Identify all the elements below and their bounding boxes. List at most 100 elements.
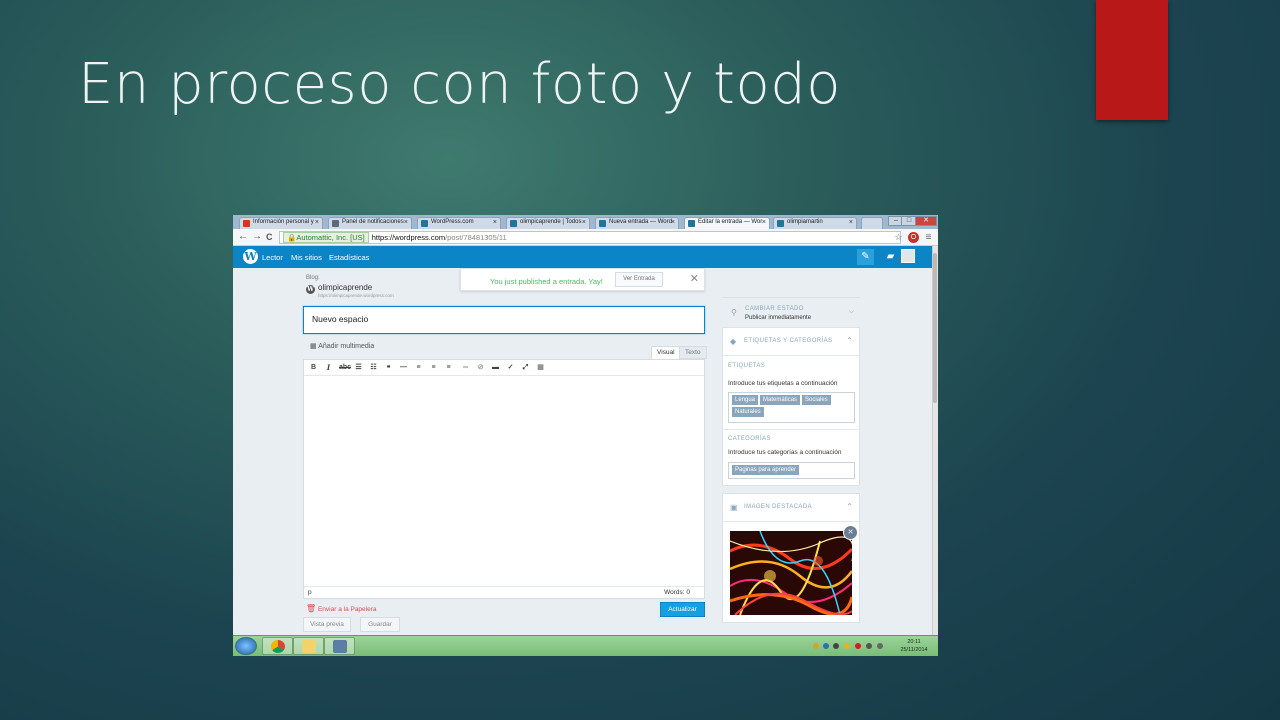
chrome-taskbar-button[interactable] xyxy=(262,637,293,655)
preview-button[interactable]: Vista previa xyxy=(303,617,351,632)
move-to-trash-link[interactable]: 🗑 Enviar a la Papelera xyxy=(306,604,377,613)
tray-app-icon[interactable] xyxy=(855,643,861,649)
spellcheck-icon[interactable]: ✓ xyxy=(506,363,515,372)
bullet-list-icon[interactable]: ☰ xyxy=(354,363,363,372)
browser-tab[interactable]: olimpiamartin × xyxy=(773,217,857,229)
new-tab-button[interactable] xyxy=(861,217,883,229)
menu-icon[interactable]: ≡ xyxy=(923,232,934,243)
clock-time: 20:11 xyxy=(907,639,921,645)
close-tab-icon[interactable]: × xyxy=(404,219,408,226)
close-tab-icon[interactable]: × xyxy=(582,219,586,226)
view-post-button[interactable]: Ver Entrada xyxy=(615,272,663,287)
blockquote-icon[interactable]: ❝ xyxy=(384,363,393,372)
word-count: Words: 0 xyxy=(664,589,690,596)
bold-icon[interactable]: B xyxy=(309,363,318,372)
editor-toolbar: B I abc ☰ ☷ ❝ — ≡ ≡ ≡ ∞ ⊘ ▬ ✓ ⤢ ▦ xyxy=(304,360,704,376)
close-icon[interactable]: ✕ xyxy=(690,272,699,285)
publish-notice: You just published a entrada. Yay! Ver E… xyxy=(460,268,705,291)
featured-image[interactable] xyxy=(730,531,852,615)
chevron-up-icon[interactable]: ⌃ xyxy=(846,502,853,511)
strikethrough-icon[interactable]: abc xyxy=(339,363,351,372)
post-title-input[interactable]: Nuevo espacio xyxy=(303,306,705,334)
tag-chip[interactable]: Matemáticas xyxy=(760,395,801,405)
tab-visual[interactable]: Visual xyxy=(651,346,681,359)
update-button[interactable]: Actualizar xyxy=(660,602,705,617)
unlink-icon[interactable]: ⊘ xyxy=(476,363,485,372)
tray-app-icon[interactable] xyxy=(813,643,819,649)
reload-icon[interactable]: C xyxy=(266,232,273,242)
post-content-editor[interactable]: B I abc ☰ ☷ ❝ — ≡ ≡ ≡ ∞ ⊘ ▬ ✓ ⤢ ▦ p Word… xyxy=(303,359,705,599)
windows-taskbar: 20:11 25/11/2014 xyxy=(233,635,938,656)
browser-tab[interactable]: olimpicaprende | Todos × xyxy=(506,217,590,229)
read-more-icon[interactable]: ▬ xyxy=(491,363,500,372)
close-tab-icon[interactable]: × xyxy=(849,219,853,226)
browser-tab[interactable]: Panel de notificaciones × xyxy=(328,217,412,229)
system-clock[interactable]: 20:11 25/11/2014 xyxy=(895,638,933,654)
status-value: Publicar inmediatamente xyxy=(745,315,812,321)
editor-area: Blog: W olimpicaprende https://olimpicap… xyxy=(233,268,932,635)
slide-title: En proceso con foto y todo xyxy=(78,52,842,117)
start-orb-icon[interactable] xyxy=(235,637,257,655)
new-post-pen-icon[interactable]: ✎ xyxy=(857,249,874,265)
align-right-icon[interactable]: ≡ xyxy=(444,363,453,372)
add-media-button[interactable]: ▦ Añadir multimedia xyxy=(310,342,374,350)
categories-input[interactable]: Paginas para aprender xyxy=(728,462,855,479)
align-center-icon[interactable]: ≡ xyxy=(429,363,438,372)
divider xyxy=(723,521,859,522)
notifications-icon xyxy=(332,220,339,227)
tag-chip[interactable]: Sociales xyxy=(802,395,831,405)
browser-tab[interactable]: WordPress.com × xyxy=(417,217,501,229)
page-scrollbar-thumb[interactable] xyxy=(933,253,937,403)
tags-hint: Introduce tus etiquetas a continuación xyxy=(728,380,838,387)
tray-app-icon[interactable] xyxy=(833,643,839,649)
blog-name[interactable]: olimpicaprende xyxy=(318,283,372,292)
browser-tab-active[interactable]: Editar la entrada — Wor × xyxy=(684,217,770,229)
network-icon[interactable] xyxy=(866,643,872,649)
tag-chip[interactable]: Naturales xyxy=(732,407,764,417)
explorer-taskbar-button[interactable] xyxy=(293,637,324,655)
browser-tab[interactable]: Información personal y × xyxy=(239,217,323,229)
wordpress-logo-icon[interactable]: W xyxy=(243,249,258,264)
tab-text[interactable]: Texto xyxy=(679,346,707,359)
tray-app-icon[interactable] xyxy=(844,643,850,649)
forward-arrow-icon[interactable]: → xyxy=(252,232,262,242)
link-icon[interactable]: ∞ xyxy=(461,363,470,372)
editor-path: p xyxy=(308,589,312,596)
close-tab-icon[interactable]: × xyxy=(671,219,675,226)
image-icon: ▣ xyxy=(730,503,738,512)
align-left-icon[interactable]: ≡ xyxy=(414,363,423,372)
url-field[interactable]: 🔒Automattic, Inc. [US] https://wordpress.… xyxy=(279,231,901,244)
chrome-icon xyxy=(271,640,285,653)
close-tab-icon[interactable]: × xyxy=(493,219,497,226)
tags-input[interactable]: Lengua Matemáticas Sociales Naturales xyxy=(728,392,855,423)
chevron-up-icon[interactable]: ⌃ xyxy=(846,336,853,345)
status-panel[interactable]: ⚲ CAMBIAR ESTADO Publicar inmediatamente… xyxy=(722,297,860,325)
category-chip[interactable]: Paginas para aprender xyxy=(732,465,800,475)
opera-extension-icon[interactable]: O xyxy=(908,232,919,243)
tray-app-icon[interactable] xyxy=(823,643,829,649)
save-button[interactable]: Guardar xyxy=(360,617,400,632)
italic-icon[interactable]: I xyxy=(324,363,333,372)
app-taskbar-button[interactable] xyxy=(324,637,355,655)
nav-estadisticas[interactable]: Estadísticas xyxy=(329,253,369,262)
nav-mis-sitios[interactable]: Mis sitios xyxy=(291,253,322,262)
fullscreen-icon[interactable]: ⤢ xyxy=(521,363,530,372)
wordpress-icon xyxy=(599,220,606,227)
wordpress-icon xyxy=(510,220,517,227)
bookmark-star-icon[interactable]: ☆ xyxy=(893,232,904,243)
nav-lector[interactable]: Lector xyxy=(262,253,283,262)
close-tab-icon[interactable]: × xyxy=(315,219,319,226)
avatar[interactable] xyxy=(901,249,915,263)
close-tab-icon[interactable]: × xyxy=(762,219,766,226)
browser-tab[interactable]: Nueva entrada — Word × xyxy=(595,217,679,229)
volume-icon[interactable] xyxy=(877,643,883,649)
notifications-bubble-icon[interactable]: ▰ xyxy=(882,249,899,265)
back-arrow-icon[interactable]: ← xyxy=(238,232,248,242)
remove-image-icon[interactable]: ✕ xyxy=(843,525,858,540)
numbered-list-icon[interactable]: ☷ xyxy=(369,363,378,372)
close-window-icon[interactable]: ✕ xyxy=(915,216,937,226)
horizontal-line-icon[interactable]: — xyxy=(399,363,408,372)
toolbar-toggle-icon[interactable]: ▦ xyxy=(536,363,545,372)
tag-chip[interactable]: Lengua xyxy=(732,395,759,405)
media-icon: ▦ xyxy=(310,343,317,350)
